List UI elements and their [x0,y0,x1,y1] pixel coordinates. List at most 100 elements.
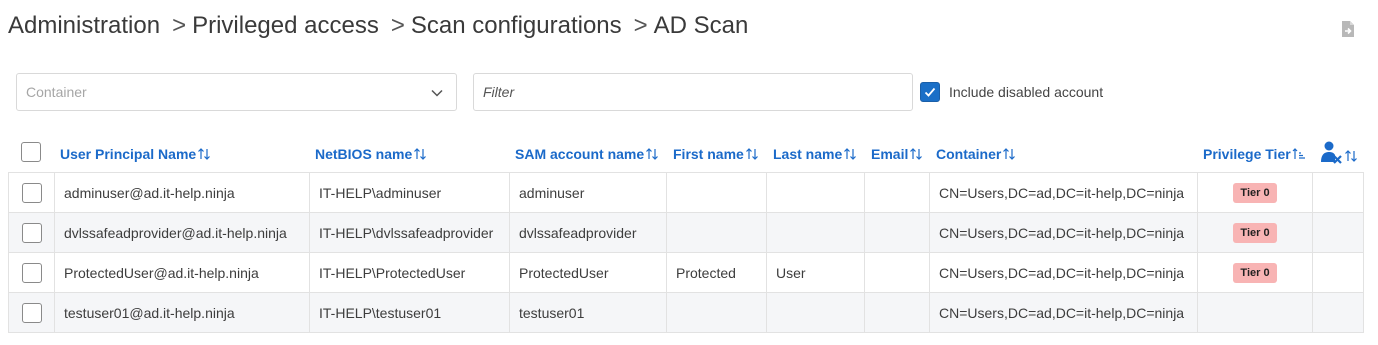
user-disabled-icon [1321,141,1342,164]
row-checkbox[interactable] [21,262,42,283]
upn-cell: ProtectedUser@ad.it-help.ninja [55,253,310,292]
export-icon [1342,21,1354,37]
first-name-cell [667,293,767,332]
column-header-label: Privilege Tier [1203,146,1291,162]
upn-cell: dvlssafeadprovider@ad.it-help.ninja [55,213,310,252]
breadcrumb-ad-scan: AD Scan [653,12,749,39]
tier-cell: Tier 0 [1198,173,1313,212]
breadcrumb-separator: > [633,12,648,39]
sam-cell: testuser01 [510,293,667,332]
tier-cell: Tier 0 [1198,253,1313,292]
first-name-cell [667,213,767,252]
container-cell: CN=Users,DC=ad,DC=it-help,DC=ninja [930,293,1198,332]
row-select-cell [9,293,55,332]
filter-input[interactable] [473,73,913,111]
column-header-first-name[interactable]: First name [673,146,759,162]
column-header-upn[interactable]: User Principal Name [60,146,211,162]
disabled-cell [1313,293,1363,332]
breadcrumb-privileged-access[interactable]: Privileged access [192,12,379,40]
first-name-cell: Protected [667,253,767,292]
column-header-label: First name [673,146,744,162]
tier-badge: Tier 0 [1233,222,1277,243]
disabled-cell [1313,253,1363,292]
first-name-cell [667,173,767,212]
breadcrumb: Administration > Privileged access > Sca… [8,10,748,42]
tier-badge: Tier 0 [1233,182,1277,203]
tier-cell: Tier 0 [1198,213,1313,252]
sam-cell: dvlssafeadprovider [510,213,667,252]
table-row[interactable]: adminuser@ad.it-help.ninja IT-HELP\admin… [9,173,1363,213]
column-header-label: Container [936,146,1002,162]
table-body: adminuser@ad.it-help.ninja IT-HELP\admin… [8,172,1364,333]
container-cell: CN=Users,DC=ad,DC=it-help,DC=ninja [930,253,1198,292]
column-header-label: User Principal Name [60,146,197,162]
include-disabled-checkbox[interactable] [920,82,940,102]
netbios-cell: IT-HELP\testuser01 [310,293,510,332]
chevron-down-icon [431,89,443,97]
email-cell [865,253,930,292]
sort-arrows-icon [414,148,427,160]
row-select-cell [9,173,55,212]
row-select-cell [9,253,55,292]
netbios-cell: IT-HELP\ProtectedUser [310,253,510,292]
last-name-cell [767,213,865,252]
netbios-cell: IT-HELP\adminuser [310,173,510,212]
sort-arrows-icon [198,148,211,160]
last-name-cell [767,173,865,212]
table-row[interactable]: dvlssafeadprovider@ad.it-help.ninja IT-H… [9,213,1363,253]
include-disabled-toggle[interactable]: Include disabled account [920,81,1103,103]
column-header-last-name[interactable]: Last name [773,146,857,162]
column-header-disabled[interactable] [1321,140,1358,164]
table-row[interactable]: testuser01@ad.it-help.ninja IT-HELP\test… [9,293,1363,333]
column-header-email[interactable]: Email [871,146,923,162]
breadcrumb-separator: > [390,12,405,39]
row-checkbox[interactable] [21,302,42,323]
row-checkbox[interactable] [21,222,42,243]
netbios-cell: IT-HELP\dvlssafeadprovider [310,213,510,252]
upn-cell: adminuser@ad.it-help.ninja [55,173,310,212]
select-all-checkbox[interactable] [21,142,41,162]
sam-cell: ProtectedUser [510,253,667,292]
sort-ascending-icon [1292,148,1305,159]
disabled-cell [1313,173,1363,212]
email-cell [865,213,930,252]
disabled-cell [1313,213,1363,252]
breadcrumb-administration[interactable]: Administration [8,12,160,40]
container-select[interactable]: Container [16,73,457,111]
row-select-cell [9,213,55,252]
accounts-table: User Principal Name NetBIOS name SAM acc… [8,138,1364,333]
email-cell [865,173,930,212]
column-header-privilege-tier[interactable]: Privilege Tier [1203,146,1306,162]
breadcrumb-scan-configurations[interactable]: Scan configurations [411,12,622,40]
table-header: User Principal Name NetBIOS name SAM acc… [8,138,1364,172]
last-name-cell [767,293,865,332]
column-header-label: Last name [773,146,843,162]
last-name-cell: User [767,253,865,292]
tier-badge: Tier 0 [1233,262,1277,283]
export-button[interactable] [1340,20,1356,38]
column-header-label: Email [871,146,909,162]
container-select-placeholder: Container [26,84,87,100]
email-cell [865,293,930,332]
sort-arrows-icon [745,148,758,160]
column-header-label: SAM account name [515,146,645,162]
upn-cell: testuser01@ad.it-help.ninja [55,293,310,332]
container-cell: CN=Users,DC=ad,DC=it-help,DC=ninja [930,213,1198,252]
table-row[interactable]: ProtectedUser@ad.it-help.ninja IT-HELP\P… [9,253,1363,293]
column-header-netbios[interactable]: NetBIOS name [315,146,427,162]
checkmark-icon [924,87,936,97]
sort-arrows-icon [1345,150,1357,162]
column-header-container[interactable]: Container [936,146,1016,162]
sort-arrows-icon [1003,148,1016,160]
sort-arrows-icon [844,148,857,160]
container-cell: CN=Users,DC=ad,DC=it-help,DC=ninja [930,173,1198,212]
include-disabled-label: Include disabled account [949,84,1104,100]
sort-arrows-icon [646,148,659,160]
sort-arrows-icon [910,148,923,160]
sam-cell: adminuser [510,173,667,212]
tier-cell [1198,293,1313,332]
breadcrumb-separator: > [172,12,187,39]
column-header-label: NetBIOS name [315,146,413,162]
column-header-sam[interactable]: SAM account name [515,146,659,162]
row-checkbox[interactable] [21,182,42,203]
